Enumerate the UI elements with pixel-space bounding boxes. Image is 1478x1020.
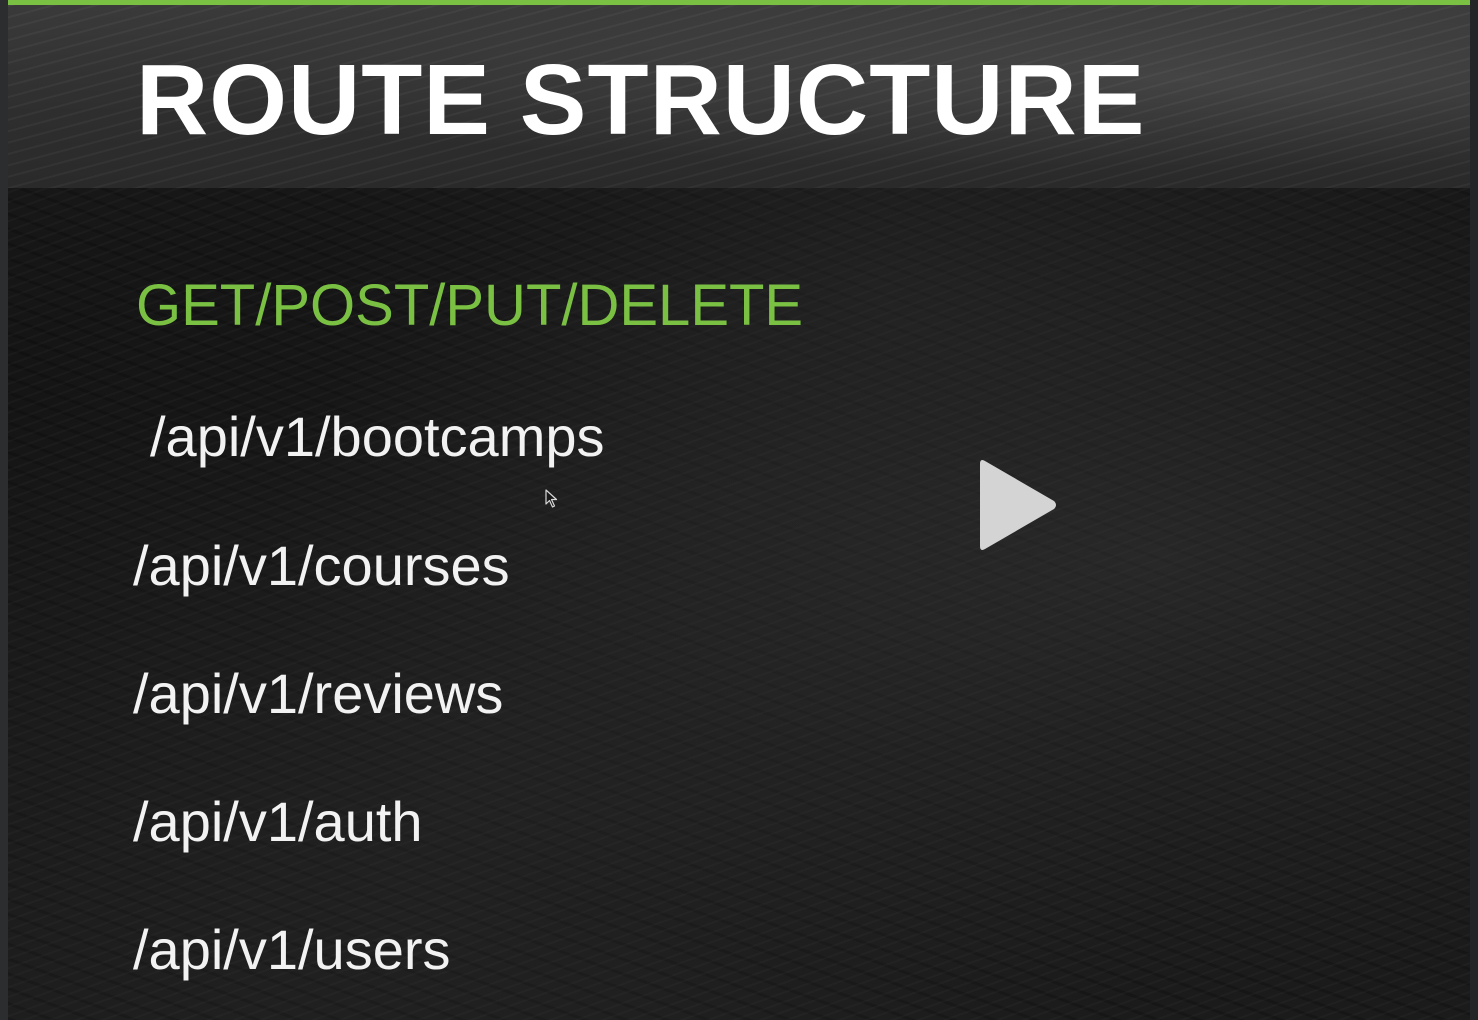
title-band: ROUTE STRUCTURE [8, 5, 1470, 188]
route-bootcamps: /api/v1/bootcamps [150, 405, 605, 468]
player-left-edge [0, 0, 8, 1020]
route-auth: /api/v1/auth [133, 790, 423, 853]
video-player[interactable]: ROUTE STRUCTURE GET/POST/PUT/DELETE /api… [0, 0, 1478, 1020]
route-reviews: /api/v1/reviews [133, 662, 504, 725]
route-courses: /api/v1/courses [133, 534, 510, 597]
slide: ROUTE STRUCTURE GET/POST/PUT/DELETE /api… [8, 0, 1470, 1020]
player-right-edge [1470, 0, 1478, 1020]
mouse-pointer-icon [545, 489, 558, 508]
slide-title: ROUTE STRUCTURE [136, 44, 1146, 156]
play-icon[interactable] [976, 458, 1058, 552]
route-users: /api/v1/users [133, 918, 451, 981]
http-methods: GET/POST/PUT/DELETE [136, 273, 804, 338]
